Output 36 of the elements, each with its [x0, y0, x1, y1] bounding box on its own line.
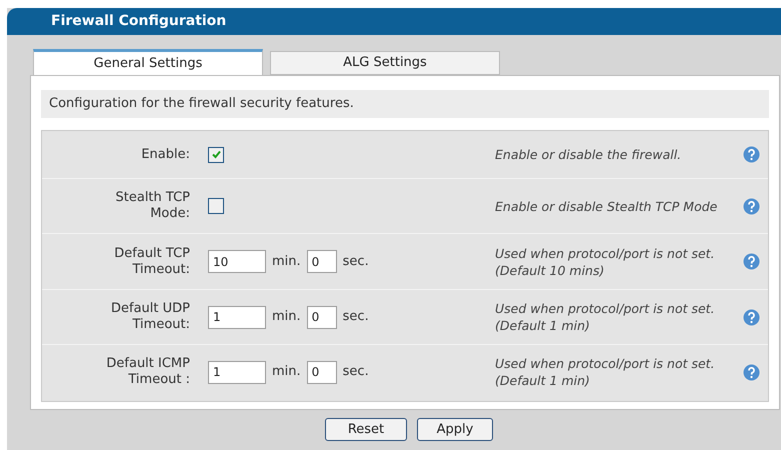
reset-button[interactable]: Reset [325, 418, 407, 441]
field-label: Default ICMP Timeout : [105, 356, 190, 388]
input-field[interactable]: 1 [208, 306, 266, 328]
help-text: Used when protocol/port is not set. (Default 10 mins) [495, 244, 716, 278]
unit-label: min. [272, 363, 301, 382]
tab[interactable]: General Settings [33, 49, 263, 76]
input-field[interactable]: 10 [208, 250, 266, 273]
field-label: Enable: [140, 146, 190, 162]
help-icon[interactable] [743, 253, 760, 270]
field-label: Stealth TCP Mode: [114, 190, 190, 222]
input-field[interactable]: 0 [306, 306, 337, 328]
help-icon[interactable] [743, 146, 760, 163]
help-icon[interactable] [743, 364, 760, 380]
window-title: Firewall Configuration [51, 12, 226, 31]
apply-button[interactable]: Apply [417, 418, 493, 441]
help-text: Enable or disable Stealth TCP Mode [495, 198, 718, 214]
help-text: Enable or disable the firewall. [495, 146, 682, 163]
input-field[interactable]: 1 [208, 360, 266, 384]
help-icon[interactable] [743, 308, 760, 326]
unit-label: sec. [342, 252, 369, 271]
help-text: Used when protocol/port is not set. (Default 1 min) [495, 355, 716, 389]
checkbox[interactable] [208, 198, 224, 214]
check-icon [210, 149, 222, 160]
field-label: Default TCP Timeout: [113, 246, 190, 278]
unit-label: sec. [342, 308, 369, 326]
checkbox[interactable] [208, 146, 224, 162]
tab[interactable]: ALG Settings [270, 51, 500, 75]
input-field[interactable]: 0 [306, 250, 337, 273]
description-text: Configuration for the firewall security features. [49, 95, 354, 114]
unit-label: min. [272, 252, 301, 271]
help-text: Used when protocol/port is not set. (Default 1 min) [495, 300, 716, 334]
help-icon[interactable] [743, 198, 760, 214]
unit-label: min. [272, 308, 301, 326]
unit-label: sec. [342, 363, 369, 382]
input-field[interactable]: 0 [306, 360, 337, 384]
field-label: Default UDP Timeout: [110, 301, 190, 333]
